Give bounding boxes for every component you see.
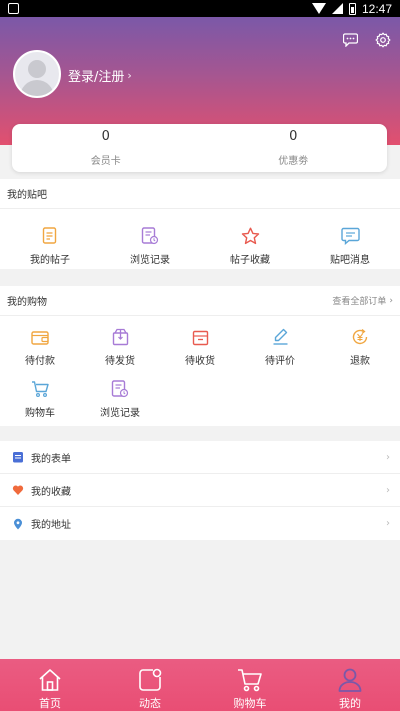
pending-review-button[interactable]: 待评价	[240, 316, 320, 368]
tieba-section: 我的贴吧 我的帖子 浏览记录 帖子收藏 贴吧消息	[0, 179, 400, 269]
status-bar: 12:47	[0, 0, 400, 17]
history-icon	[111, 380, 129, 398]
refund-icon	[352, 328, 368, 345]
shopping-history-button[interactable]: 浏览记录	[80, 368, 160, 420]
shopping-cart-button[interactable]: 购物车	[0, 368, 80, 420]
bottom-tab-bar: 首页 动态 购物车 我的	[0, 659, 400, 711]
grid-item-label: 待付款	[25, 356, 55, 367]
grid-item-label: 退款	[350, 356, 370, 367]
grid-item-label: 待发货	[105, 356, 135, 367]
history-icon	[141, 227, 159, 245]
document-icon	[42, 227, 57, 244]
message-icon	[340, 227, 360, 245]
grid-item-label: 浏览记录	[130, 255, 170, 266]
wifi-icon	[311, 3, 326, 14]
post-favorites-button[interactable]: 帖子收藏	[200, 209, 300, 269]
menu-row-label: 我的表单	[31, 453, 71, 465]
section-title: 我的购物	[7, 297, 47, 308]
cart-icon	[31, 381, 49, 398]
my-address-row[interactable]: 我的地址 ›	[0, 507, 400, 540]
user-icon	[338, 668, 362, 692]
login-register-label: 登录/注册	[68, 70, 125, 85]
view-all-orders-label: 查看全部订单	[332, 297, 387, 307]
tab-label: 我的	[339, 697, 361, 710]
refund-button[interactable]: 退款	[320, 316, 400, 368]
my-forms-row[interactable]: 我的表单 ›	[0, 441, 400, 474]
chat-icon[interactable]	[341, 31, 359, 49]
signal-icon	[331, 3, 343, 14]
section-header: 我的购物 查看全部订单 ›	[0, 286, 400, 316]
stat-label: 优惠劵	[278, 156, 309, 167]
menu-row-label: 我的地址	[31, 520, 71, 531]
stat-label: 会员卡	[90, 156, 121, 167]
tab-me[interactable]: 我的	[300, 659, 400, 711]
browse-history-button[interactable]: 浏览记录	[100, 209, 200, 269]
login-register-link[interactable]: 登录/注册 ›	[68, 66, 132, 85]
grid-item-label: 帖子收藏	[230, 255, 270, 266]
star-icon	[241, 227, 259, 245]
grid-item-label: 购物车	[25, 408, 55, 419]
menu-list: 我的表单 › 我的收藏 › 我的地址 ›	[0, 441, 400, 540]
form-icon	[13, 452, 23, 463]
notification-icon	[8, 3, 19, 14]
status-time: 12:47	[361, 1, 392, 16]
location-icon	[14, 518, 22, 529]
tab-label: 动态	[139, 697, 161, 710]
grid-item-label: 待评价	[265, 356, 295, 367]
chevron-right-icon: ›	[127, 69, 132, 82]
inbox-icon	[192, 330, 208, 346]
my-posts-button[interactable]: 我的帖子	[0, 209, 100, 269]
pen-icon	[273, 328, 287, 345]
shopping-grid: 待付款 待发货 待收货 待评价 退款 购物车 浏览记录	[0, 316, 400, 426]
box-icon	[112, 328, 128, 346]
section-title: 我的贴吧	[7, 190, 47, 201]
chevron-right-icon: ›	[386, 518, 390, 529]
grid-item-label: 浏览记录	[100, 408, 140, 419]
stat-value: 0	[289, 129, 298, 144]
tieba-messages-button[interactable]: 贴吧消息	[300, 209, 400, 269]
tab-label: 购物车	[233, 697, 267, 710]
pending-receipt-button[interactable]: 待收货	[160, 316, 240, 368]
cart-icon	[238, 669, 262, 692]
wallet-icon	[31, 331, 49, 345]
chevron-right-icon: ›	[389, 295, 393, 306]
stat-value: 0	[101, 129, 110, 144]
heart-icon	[12, 485, 24, 495]
avatar[interactable]	[13, 50, 61, 98]
battery-icon	[348, 2, 356, 15]
stats-card: 0 会员卡 0 优惠劵	[12, 124, 387, 172]
menu-row-label: 我的收藏	[31, 486, 71, 498]
pending-payment-button[interactable]: 待付款	[0, 316, 80, 368]
view-all-orders-link[interactable]: 查看全部订单 ›	[332, 294, 393, 308]
section-header: 我的贴吧	[0, 179, 400, 209]
tab-label: 首页	[39, 697, 61, 710]
chevron-right-icon: ›	[386, 484, 390, 496]
membership-card-stat[interactable]: 0 会员卡	[12, 124, 200, 172]
grid-item-label: 我的帖子	[30, 255, 70, 266]
tab-home[interactable]: 首页	[0, 659, 100, 711]
settings-icon[interactable]	[374, 31, 392, 49]
tab-activity[interactable]: 动态	[100, 659, 200, 711]
tieba-grid: 我的帖子 浏览记录 帖子收藏 贴吧消息	[0, 209, 400, 269]
my-favorites-row[interactable]: 我的收藏 ›	[0, 474, 400, 507]
coupon-stat[interactable]: 0 优惠劵	[200, 124, 388, 172]
activity-icon	[139, 668, 162, 691]
pending-shipment-button[interactable]: 待发货	[80, 316, 160, 368]
home-icon	[39, 669, 61, 691]
grid-item-label: 待收货	[185, 356, 215, 367]
tab-cart[interactable]: 购物车	[200, 659, 300, 711]
shopping-section: 我的购物 查看全部订单 › 待付款 待发货 待收货 待评价 退款 购物车 浏览记…	[0, 286, 400, 426]
grid-item-label: 贴吧消息	[330, 255, 370, 266]
chevron-right-icon: ›	[386, 451, 390, 463]
